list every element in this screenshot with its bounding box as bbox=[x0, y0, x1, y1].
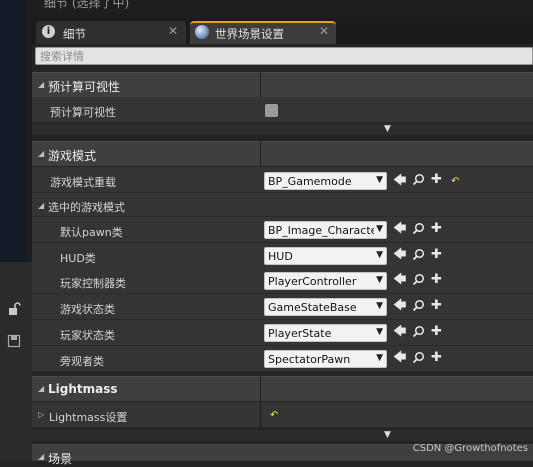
chevron-down-icon: ▼ bbox=[376, 301, 383, 311]
close-icon[interactable]: ✕ bbox=[319, 24, 329, 38]
add-icon[interactable]: ✚ bbox=[431, 351, 442, 365]
left-toolbar bbox=[0, 262, 32, 461]
dropdown-value: GameStateBase bbox=[268, 301, 357, 314]
chevron-down-icon: ▼ bbox=[376, 275, 383, 285]
property-row: 预计算可视性 bbox=[32, 97, 533, 123]
property-group-label: 选中的游戏模式 bbox=[48, 201, 125, 214]
add-icon[interactable]: ✚ bbox=[431, 248, 442, 262]
globe-icon bbox=[195, 25, 209, 39]
chevron-down-icon: ▼ bbox=[376, 353, 383, 363]
dropdown-value: HUD bbox=[268, 250, 293, 263]
tab-details-label: 细节 bbox=[63, 27, 86, 41]
property-group-row[interactable]: ◢ 选中的游戏模式 bbox=[32, 193, 533, 217]
search-field[interactable] bbox=[35, 47, 533, 65]
browse-search-icon[interactable] bbox=[412, 351, 425, 364]
use-selected-arrow-icon[interactable]: 🡄 bbox=[393, 248, 406, 262]
browse-search-icon[interactable] bbox=[412, 273, 425, 286]
use-selected-arrow-icon[interactable]: 🡄 bbox=[393, 351, 406, 365]
dropdown-value: SpectatorPawn bbox=[268, 353, 351, 366]
property-label: 预计算可视性 bbox=[50, 106, 116, 119]
class-dropdown[interactable]: PlayerController ▼ bbox=[264, 272, 387, 290]
add-icon[interactable]: ✚ bbox=[431, 299, 442, 313]
category-title: Lightmass bbox=[48, 382, 118, 396]
expand-advanced-icon: ▼ bbox=[384, 430, 391, 440]
precomputed-visibility-checkbox[interactable] bbox=[265, 104, 278, 117]
add-icon[interactable]: ✚ bbox=[431, 325, 442, 339]
property-label: HUD类 bbox=[60, 252, 96, 265]
add-icon[interactable]: ✚ bbox=[431, 173, 442, 187]
close-icon[interactable]: ✕ bbox=[168, 24, 178, 38]
property-group-label: Lightmass设置 bbox=[49, 411, 128, 424]
dropdown-value: BP_Gamemode bbox=[268, 175, 352, 188]
collapse-arrow-icon: ◢ bbox=[38, 452, 45, 461]
collapse-arrow-icon: ◢ bbox=[38, 384, 45, 393]
advanced-toggle[interactable]: ▼ bbox=[32, 124, 533, 135]
dropdown-value: PlayerState bbox=[268, 327, 332, 340]
chevron-down-icon: ▼ bbox=[376, 224, 383, 234]
browse-search-icon[interactable] bbox=[412, 222, 425, 235]
gamemode-override-dropdown[interactable]: BP_Gamemode ▼ bbox=[264, 172, 387, 190]
dropdown-value: PlayerController bbox=[268, 275, 357, 288]
class-dropdown[interactable]: PlayerState ▼ bbox=[264, 324, 387, 342]
add-icon[interactable]: ✚ bbox=[431, 273, 442, 287]
reset-to-default-icon[interactable]: ↶ bbox=[270, 410, 278, 422]
class-dropdown[interactable]: HUD ▼ bbox=[264, 247, 387, 265]
use-selected-arrow-icon[interactable]: 🡄 bbox=[393, 273, 406, 287]
window-title: 细节 (选择了中) bbox=[44, 0, 130, 10]
collapse-arrow-icon: ◢ bbox=[38, 201, 45, 210]
watermark: CSDN @Growthofnotes bbox=[412, 443, 528, 454]
property-label: 旁观者类 bbox=[60, 355, 104, 368]
use-selected-arrow-icon[interactable]: 🡄 bbox=[393, 174, 406, 188]
expand-arrow-icon: ▷ bbox=[38, 410, 45, 419]
expand-advanced-icon: ▼ bbox=[384, 124, 391, 134]
browse-search-icon[interactable] bbox=[412, 248, 425, 261]
property-label: 玩家控制器类 bbox=[60, 277, 126, 290]
collapse-arrow-icon: ◢ bbox=[38, 149, 45, 158]
dropdown-value: BP_Image_Character bbox=[268, 224, 374, 237]
chevron-down-icon: ▼ bbox=[376, 250, 383, 260]
property-label: 游戏模式重载 bbox=[50, 176, 116, 189]
category-title: 预计算可视性 bbox=[48, 80, 121, 94]
tab-world-settings-label: 世界场景设置 bbox=[215, 27, 284, 41]
browse-search-icon[interactable] bbox=[412, 173, 425, 186]
browse-search-icon[interactable] bbox=[412, 325, 425, 338]
lock-icon[interactable] bbox=[7, 302, 21, 316]
property-group-row[interactable]: ▷ Lightmass设置 ↶ bbox=[32, 402, 533, 428]
add-icon[interactable]: ✚ bbox=[431, 222, 442, 236]
category-title: 场景 bbox=[48, 452, 73, 466]
browse-search-icon[interactable] bbox=[412, 299, 425, 312]
info-icon: i bbox=[42, 25, 55, 38]
property-label: 默认pawn类 bbox=[60, 226, 123, 239]
class-dropdown[interactable]: SpectatorPawn ▼ bbox=[264, 350, 387, 368]
search-input[interactable] bbox=[36, 48, 532, 64]
use-selected-arrow-icon[interactable]: 🡄 bbox=[393, 222, 406, 236]
use-selected-arrow-icon[interactable]: 🡄 bbox=[393, 299, 406, 313]
category-precomputed-visibility[interactable]: ◢ 预计算可视性 bbox=[32, 72, 533, 97]
column-divider[interactable] bbox=[260, 376, 261, 428]
category-lightmass[interactable]: ◢ Lightmass bbox=[32, 376, 533, 401]
chevron-down-icon: ▼ bbox=[376, 175, 383, 185]
advanced-toggle[interactable]: ▼ bbox=[32, 430, 533, 441]
save-icon[interactable] bbox=[7, 334, 21, 348]
class-dropdown[interactable]: BP_Image_Character ▼ bbox=[264, 221, 387, 239]
property-label: 玩家状态类 bbox=[60, 329, 115, 342]
property-label: 游戏状态类 bbox=[60, 303, 115, 316]
collapse-arrow-icon: ◢ bbox=[38, 80, 45, 89]
category-game-mode[interactable]: ◢ 游戏模式 bbox=[32, 141, 533, 166]
viewport-edge bbox=[0, 0, 26, 262]
use-selected-arrow-icon[interactable]: 🡄 bbox=[393, 325, 406, 339]
tab-details[interactable] bbox=[36, 21, 186, 44]
reset-to-default-icon[interactable]: ↶ bbox=[451, 176, 459, 188]
chevron-down-icon: ▼ bbox=[376, 327, 383, 337]
category-title: 游戏模式 bbox=[48, 149, 97, 163]
class-dropdown[interactable]: GameStateBase ▼ bbox=[264, 298, 387, 316]
